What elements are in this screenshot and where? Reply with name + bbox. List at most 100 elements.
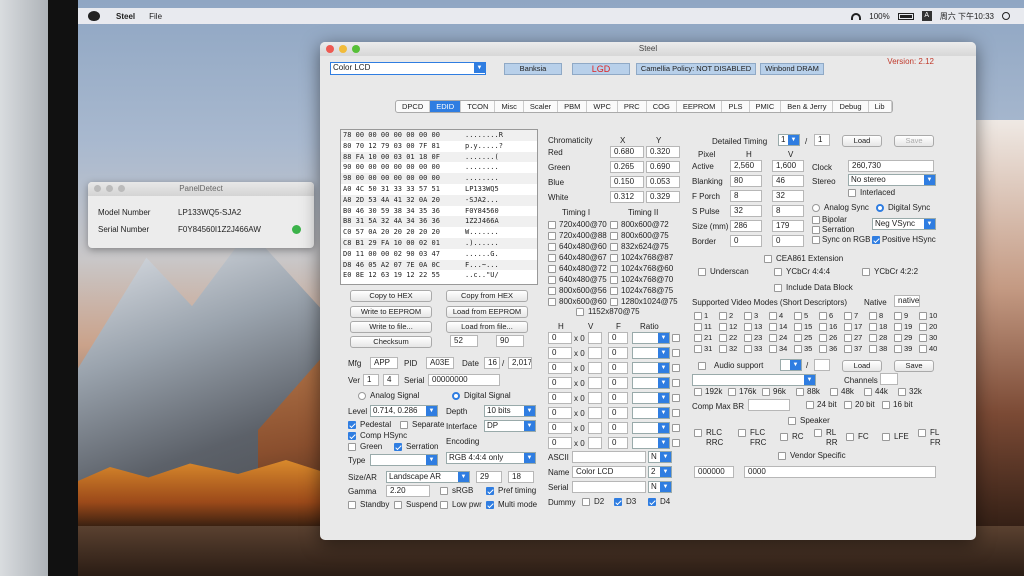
- analog-signal-radio[interactable]: [358, 392, 366, 400]
- svd-checkbox[interactable]: [744, 323, 752, 331]
- green-checkbox[interactable]: [348, 443, 356, 451]
- dt-v-field[interactable]: 8: [772, 205, 804, 217]
- suspend-checkbox[interactable]: [394, 501, 402, 509]
- vsync-select[interactable]: Neg VSync ▼: [872, 218, 936, 230]
- dt-v-field[interactable]: 32: [772, 190, 804, 202]
- chroma-y-field[interactable]: 0.320: [646, 146, 680, 158]
- std-v-field[interactable]: [588, 332, 602, 344]
- d3-checkbox[interactable]: [614, 498, 622, 506]
- speaker-checkbox[interactable]: [738, 429, 746, 437]
- wifi-icon[interactable]: [851, 12, 862, 20]
- timing-checkbox[interactable]: [548, 276, 556, 284]
- name-n-select[interactable]: 2 ▼: [648, 466, 672, 478]
- dt-v-field[interactable]: 179: [772, 220, 804, 232]
- menu-clock[interactable]: 周六 下午10:33: [940, 11, 994, 22]
- type-select[interactable]: ▼: [370, 454, 438, 466]
- svd-checkbox[interactable]: [844, 323, 852, 331]
- ascii-field[interactable]: [572, 451, 646, 463]
- timing-checkbox[interactable]: [548, 243, 556, 251]
- standby-checkbox[interactable]: [348, 501, 356, 509]
- level-select[interactable]: 0.714, 0.286 ▼: [370, 405, 438, 417]
- timing-checkbox[interactable]: [548, 298, 556, 306]
- mfg-field[interactable]: APP: [370, 357, 398, 369]
- vendor-data-field[interactable]: 0000: [744, 466, 936, 478]
- std-h-field[interactable]: 0: [548, 332, 572, 344]
- dt-h-field[interactable]: 286: [730, 220, 762, 232]
- digital-signal-radio[interactable]: [452, 392, 460, 400]
- svd-checkbox[interactable]: [794, 323, 802, 331]
- load-eeprom-button[interactable]: Load from EEPROM: [446, 306, 528, 318]
- tab-debug[interactable]: Debug: [833, 101, 869, 112]
- speaker-checkbox[interactable]: [814, 429, 822, 437]
- pos-hsync-checkbox[interactable]: [872, 236, 880, 244]
- svd-checkbox[interactable]: [744, 345, 752, 353]
- speaker-checkbox[interactable]: [788, 417, 796, 425]
- channels-field[interactable]: [880, 373, 898, 385]
- svd-checkbox[interactable]: [794, 345, 802, 353]
- svd-checkbox[interactable]: [844, 312, 852, 320]
- detailed-load-button[interactable]: Load: [842, 135, 882, 147]
- edid-hex-view[interactable]: 78 00 00 00 00 00 00 00 ........R 80 70 12…: [340, 129, 538, 285]
- name-field[interactable]: Color LCD: [572, 466, 646, 478]
- comp-max-field[interactable]: [748, 399, 790, 411]
- timing-checkbox[interactable]: [548, 265, 556, 273]
- svd-checkbox[interactable]: [869, 323, 877, 331]
- svd-checkbox[interactable]: [744, 334, 752, 342]
- rate-checkbox[interactable]: [864, 388, 872, 396]
- d2-checkbox[interactable]: [582, 498, 590, 506]
- svd-checkbox[interactable]: [894, 345, 902, 353]
- write-eeprom-button[interactable]: Write to EEPROM: [350, 306, 432, 318]
- vendor-specific-checkbox[interactable]: [778, 452, 786, 460]
- audio-support-checkbox[interactable]: [698, 362, 706, 370]
- menu-file[interactable]: File: [149, 12, 162, 21]
- input-source-icon[interactable]: A: [921, 11, 932, 21]
- timing-checkbox[interactable]: [610, 232, 618, 240]
- std-v-field[interactable]: [588, 347, 602, 359]
- std-enable-checkbox[interactable]: [672, 424, 680, 432]
- std-ratio-select[interactable]: ▼: [632, 392, 670, 404]
- size-h-field[interactable]: 18: [508, 471, 534, 483]
- svd-checkbox[interactable]: [694, 312, 702, 320]
- checksum-button[interactable]: Checksum: [350, 336, 432, 348]
- chroma-x-field[interactable]: 0.312: [610, 191, 644, 203]
- dt-h-field[interactable]: 8: [730, 190, 762, 202]
- write-file-button[interactable]: Write to file...: [350, 321, 432, 333]
- analog-sync-radio[interactable]: [812, 204, 820, 212]
- bit-checkbox[interactable]: [844, 401, 852, 409]
- std-f-field[interactable]: 0: [608, 392, 628, 404]
- std-v-field[interactable]: [588, 437, 602, 449]
- timing-checkbox[interactable]: [548, 254, 556, 262]
- tab-tcon[interactable]: TCON: [461, 101, 496, 112]
- std-f-field[interactable]: 0: [608, 422, 628, 434]
- minimize-icon[interactable]: [106, 185, 113, 192]
- tab-ben-jerry[interactable]: Ben & Jerry: [781, 101, 834, 112]
- svd-checkbox[interactable]: [894, 323, 902, 331]
- gamma-field[interactable]: 2.20: [386, 485, 430, 497]
- tab-scaler[interactable]: Scaler: [524, 101, 559, 112]
- rate-checkbox[interactable]: [694, 388, 702, 396]
- battery-icon[interactable]: [897, 12, 914, 20]
- svd-checkbox[interactable]: [919, 312, 927, 320]
- timing-checkbox[interactable]: [548, 287, 556, 295]
- std-h-field[interactable]: 0: [548, 392, 572, 404]
- underscan-checkbox[interactable]: [698, 268, 706, 276]
- svd-checkbox[interactable]: [719, 312, 727, 320]
- rate-checkbox[interactable]: [728, 388, 736, 396]
- std-v-field[interactable]: [588, 422, 602, 434]
- tab-misc[interactable]: Misc: [495, 101, 524, 112]
- ver-major-field[interactable]: 1: [363, 374, 379, 386]
- speaker-checkbox[interactable]: [694, 429, 702, 437]
- std-v-field[interactable]: [588, 407, 602, 419]
- tab-eeprom[interactable]: EEPROM: [677, 101, 723, 112]
- serial-n-select[interactable]: N ▼: [648, 481, 672, 493]
- std-ratio-select[interactable]: ▼: [632, 332, 670, 344]
- rate-checkbox[interactable]: [762, 388, 770, 396]
- chroma-x-field[interactable]: 0.265: [610, 161, 644, 173]
- load-file-button[interactable]: Load from file...: [446, 321, 528, 333]
- multi-mode-checkbox[interactable]: [486, 501, 494, 509]
- tab-dpcd[interactable]: DPCD: [396, 101, 431, 112]
- svd-checkbox[interactable]: [919, 345, 927, 353]
- close-icon[interactable]: [94, 185, 101, 192]
- detailed-count-field[interactable]: 1: [814, 134, 830, 146]
- std-h-field[interactable]: 0: [548, 422, 572, 434]
